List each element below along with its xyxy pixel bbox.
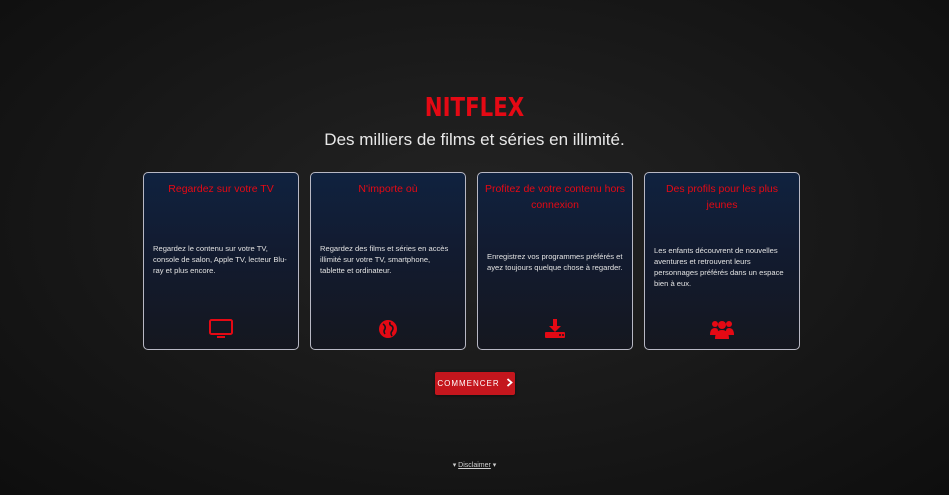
feature-card-text: Regardez des films et séries en accès il…: [320, 244, 449, 275]
feature-cards: Regardez sur votre TV Regardez le conten…: [143, 172, 800, 350]
feature-card-title: N'importe où: [358, 183, 418, 195]
disclaimer-toggle[interactable]: ▾ Disclaimer ▾: [0, 461, 949, 469]
tv-icon: [144, 317, 298, 341]
start-button[interactable]: COMMENCER: [435, 372, 515, 395]
start-button-label: COMMENCER: [437, 379, 500, 388]
feature-card-text: Enregistrez vos programmes préférés et a…: [487, 252, 623, 272]
users-icon: [645, 317, 799, 341]
feature-card-title: Regardez sur votre TV: [168, 183, 274, 195]
feature-card-anywhere: N'importe où Regardez des films et série…: [310, 172, 466, 350]
feature-card-title: Des profils pour les plus jeunes: [665, 183, 779, 211]
chevron-right-icon: [506, 378, 513, 389]
feature-card-offline: Profitez de votre contenu hors connexion…: [477, 172, 633, 350]
feature-card-tv: Regardez sur votre TV Regardez le conten…: [143, 172, 299, 350]
feature-card-text: Regardez le contenu sur votre TV, consol…: [153, 244, 287, 275]
feature-card-kids: Des profils pour les plus jeunes Les enf…: [644, 172, 800, 350]
tagline: Des milliers de films et séries en illim…: [324, 130, 625, 149]
globe-icon: [311, 317, 465, 341]
caret-down-icon: ▾: [492, 462, 497, 469]
disclaimer-link[interactable]: Disclaimer: [458, 462, 491, 469]
feature-card-title: Profitez de votre contenu hors connexion: [484, 183, 626, 211]
caret-down-icon: ▾: [452, 462, 457, 469]
feature-card-text: Les enfants découvrent de nouvelles aven…: [654, 246, 784, 288]
logo: NITFLEX: [424, 93, 525, 123]
download-icon: [478, 317, 632, 341]
